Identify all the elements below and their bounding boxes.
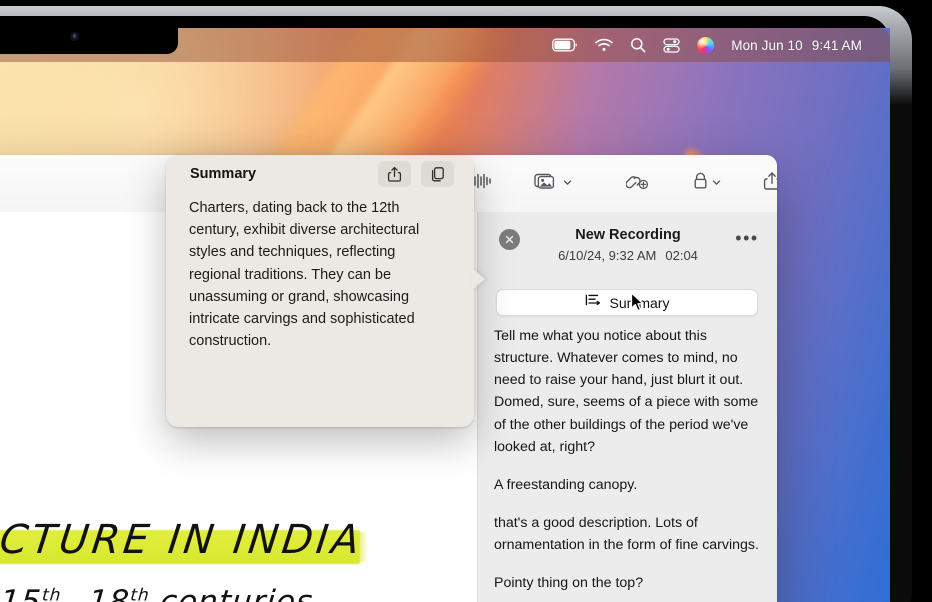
wifi-icon[interactable]	[595, 38, 614, 52]
menu-bar-date: Mon Jun 10	[731, 37, 803, 53]
toolbar-icon-group: Audio	[462, 155, 777, 211]
chevron-down-icon	[712, 174, 721, 192]
popover-actions: Share Copy	[378, 161, 454, 187]
subtitle-word: centuries	[158, 584, 315, 602]
search-icon[interactable]	[630, 37, 646, 53]
recording-panel: ••• New Recording 6/10/24, 9:32 AM 02:04	[477, 212, 777, 602]
subtitle-sup-1: th	[41, 585, 63, 602]
link-icon	[625, 171, 650, 196]
copy-button[interactable]: Copy	[421, 161, 454, 187]
lock-button[interactable]: Lock	[684, 166, 729, 200]
transcript-paragraph: that's a good description. Lots of ornam…	[494, 515, 759, 554]
summary-popover: Summary Share Copy	[166, 155, 474, 427]
summarize-icon	[585, 293, 602, 313]
recording-title: New Recording	[575, 227, 681, 243]
share-button[interactable]: Share	[755, 166, 777, 200]
subtitle-dash: –18	[70, 584, 132, 602]
display-notch	[0, 16, 178, 54]
camera-icon	[70, 32, 79, 41]
handwritten-title: ITECTURE IN INDIA	[0, 517, 366, 563]
recording-meta: 6/10/24, 9:32 AM 02:04	[478, 243, 777, 263]
popover-tail	[472, 268, 485, 290]
menu-bar-time: 9:41 AM	[811, 37, 862, 53]
recording-header: ••• New Recording 6/10/24, 9:32 AM 02:04	[478, 212, 777, 284]
share-button[interactable]: Share	[378, 161, 411, 187]
menu-bar-status-items: Mon Jun 10 9:41 AM	[552, 28, 862, 62]
control-center-icon[interactable]	[663, 37, 680, 53]
subtitle-num-1: 15	[0, 584, 44, 602]
media-button[interactable]: Media	[526, 166, 580, 200]
link-button[interactable]: Add Link	[618, 166, 658, 200]
chevron-down-icon	[563, 174, 572, 192]
transcript-paragraph: Tell me what you notice about this struc…	[494, 328, 759, 455]
macbook-screen: Mon Jun 10 9:41 AM ITECTURE IN INDIA 15t…	[0, 0, 932, 602]
battery-icon[interactable]	[552, 38, 578, 52]
menu-bar-clock[interactable]: Mon Jun 10 9:41 AM	[731, 38, 862, 53]
more-options-button[interactable]: •••	[734, 226, 760, 250]
transcript-list[interactable]: Tell me what you notice about this struc…	[494, 325, 766, 602]
siri-icon[interactable]	[697, 36, 715, 54]
popover-header: Summary Share Copy	[166, 155, 474, 199]
share-icon	[763, 171, 777, 196]
popover-body-text: Charters, dating back to the 12th centur…	[189, 200, 420, 350]
media-icon	[534, 171, 560, 196]
transcript-paragraph: Pointy thing on the top?	[494, 575, 644, 592]
lock-icon	[692, 171, 709, 196]
transcript-paragraph: A freestanding canopy.	[494, 476, 638, 493]
subtitle-sup-2: th	[129, 585, 151, 602]
handwritten-subtitle: 15th –18th centuries	[0, 584, 315, 602]
popover-title: Summary	[190, 166, 257, 182]
close-icon[interactable]	[499, 229, 520, 250]
recording-date: 6/10/24, 9:32 AM	[558, 248, 657, 263]
summary-button[interactable]: Summary	[496, 289, 758, 316]
mouse-cursor	[630, 292, 646, 319]
recording-duration: 02:04	[665, 248, 698, 263]
